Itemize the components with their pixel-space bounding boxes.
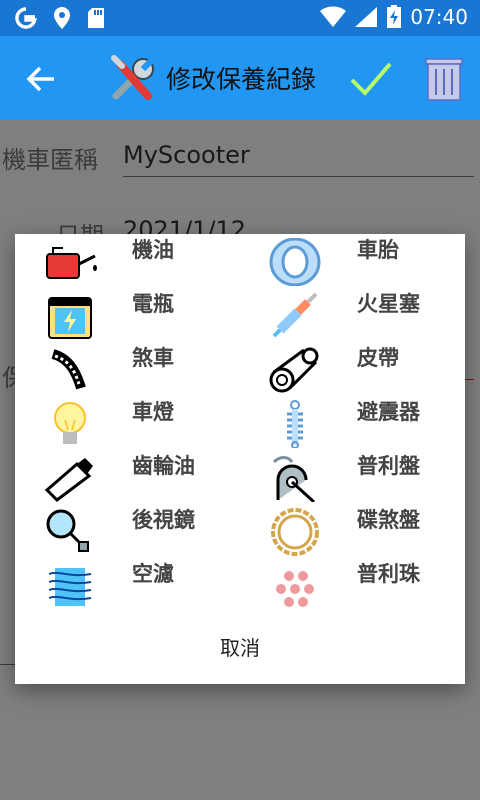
dialog-item-spark-plug[interactable]: 火星塞 xyxy=(240,288,465,342)
dialog-item-label: 普利珠 xyxy=(357,562,420,586)
dialog-item-label: 火星塞 xyxy=(357,292,420,316)
tire-icon xyxy=(269,238,321,286)
mirror-icon xyxy=(46,509,89,552)
drive-belt-icon xyxy=(269,347,319,393)
battery-charging-icon xyxy=(387,5,402,28)
cancel-button[interactable]: 取消 xyxy=(15,632,465,661)
maintenance-item-dialog: 機油 車胎 電瓶 火星塞 煞車 皮帶 車燈 避震器 齒輪油 普利盤 後視鏡 碟煞… xyxy=(15,234,465,684)
air-filter-icon xyxy=(48,568,92,606)
dialog-item-label: 避震器 xyxy=(357,400,420,424)
dialog-item-label: 機油 xyxy=(132,238,174,262)
dialog-item-air-filter[interactable]: 空濾 xyxy=(15,558,240,612)
dialog-item-label: 車胎 xyxy=(357,238,399,262)
spark-plug-icon xyxy=(272,292,318,338)
dialog-item-light[interactable]: 車燈 xyxy=(15,396,240,450)
dialog-item-label: 後視鏡 xyxy=(132,508,195,532)
gear-oil-tube-icon xyxy=(44,458,93,502)
dialog-item-brake[interactable]: 煞車 xyxy=(15,342,240,396)
app-bar: 修改保養紀錄 xyxy=(0,36,480,120)
status-bar: 07:40 xyxy=(0,0,480,36)
dialog-item-pulley[interactable]: 普利盤 xyxy=(240,450,465,504)
dialog-item-belt[interactable]: 皮帶 xyxy=(240,342,465,396)
tools-icon xyxy=(111,55,156,100)
dialog-item-label: 電瓶 xyxy=(132,292,174,316)
sd-card-icon xyxy=(88,8,104,28)
dialog-item-label: 空濾 xyxy=(132,562,174,586)
dialog-item-oil[interactable]: 機油 xyxy=(15,234,240,288)
dialog-item-battery[interactable]: 電瓶 xyxy=(15,288,240,342)
dialog-item-tire[interactable]: 車胎 xyxy=(240,234,465,288)
trash-icon[interactable] xyxy=(424,56,464,102)
battery-icon xyxy=(48,297,92,339)
dialog-item-label: 齒輪油 xyxy=(132,454,195,478)
shock-absorber-icon xyxy=(287,400,303,448)
dialog-item-label: 普利盤 xyxy=(357,454,420,478)
dialog-item-roller-weights[interactable]: 普利珠 xyxy=(240,558,465,612)
wifi-icon xyxy=(320,6,347,27)
dialog-item-brake-disc[interactable]: 碟煞盤 xyxy=(240,504,465,558)
brake-disc-icon xyxy=(271,508,319,556)
google-g-icon xyxy=(15,7,37,29)
oil-can-icon xyxy=(46,247,97,279)
location-pin-icon xyxy=(54,7,70,29)
dialog-item-label: 碟煞盤 xyxy=(357,508,420,532)
dialog-item-label: 車燈 xyxy=(132,400,174,424)
brake-pad-icon xyxy=(51,349,86,390)
light-bulb-icon xyxy=(54,402,86,444)
clock-time: 07:40 xyxy=(410,5,468,29)
dialog-item-mirror[interactable]: 後視鏡 xyxy=(15,504,240,558)
signal-icon xyxy=(355,7,378,27)
dialog-item-label: 煞車 xyxy=(132,346,174,370)
dialog-item-gear-oil[interactable]: 齒輪油 xyxy=(15,450,240,504)
pulley-icon xyxy=(272,456,316,502)
page-title: 修改保養紀錄 xyxy=(166,65,317,94)
dialog-item-label: 皮帶 xyxy=(357,346,399,370)
arrow-back-icon[interactable] xyxy=(24,62,58,96)
roller-weights-icon xyxy=(276,571,314,607)
dialog-item-shock-absorber[interactable]: 避震器 xyxy=(240,396,465,450)
check-icon[interactable] xyxy=(348,56,394,102)
